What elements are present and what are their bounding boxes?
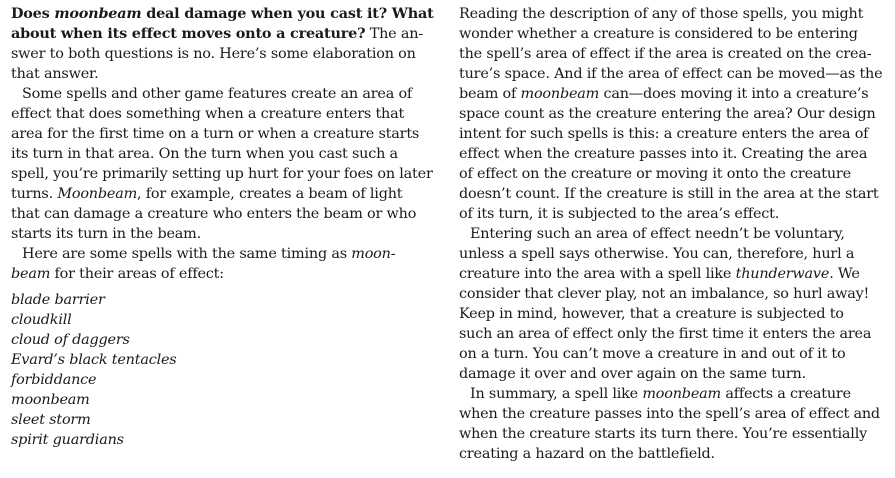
right-p3-line-4: creating a hazard on the battlefield.: [459, 446, 715, 462]
right-column: Reading the description of any of those …: [459, 4, 887, 464]
left-p2-line-2-rest: for their areas of effect:: [50, 266, 225, 282]
right-p2-thunderwave: thunderwave: [735, 266, 830, 282]
answer-line-2: swer to both questions is no. Here’s som…: [11, 46, 416, 62]
right-p2-line-3: creature into the area with a spell like…: [459, 264, 887, 284]
right-p1-line-10: doesn’t count. If the creature is still …: [459, 186, 879, 202]
right-p2-line-7: on a turn. You can’t move a creature in …: [459, 346, 846, 362]
right-p3-line-1: In summary, a spell like moonbeam affect…: [459, 384, 887, 404]
right-p1-line-7: intent for such spells is this: a creatu…: [459, 126, 869, 142]
left-paragraph-2: Here are some spells with the same timin…: [11, 244, 431, 284]
right-p1-line-3: the spell’s area of effect if the area i…: [459, 46, 872, 62]
right-paragraph-2: Entering such an area of effect needn’t …: [459, 224, 887, 384]
right-p1-line-5-a: beam of: [459, 86, 521, 102]
right-p3-line-1-b: affects a creature: [720, 386, 851, 402]
left-p2-beam: beam: [11, 266, 51, 282]
left-p1-line-6-start: turns.: [11, 186, 53, 202]
right-p1-line-11: of its turn, it is subjected to the area…: [459, 206, 780, 222]
question-part1: Does: [11, 5, 55, 22]
spell-list-item: forbiddance: [11, 372, 97, 388]
left-p2-line-1-a: Here are some spells with the same timin…: [22, 246, 352, 262]
question-line-1: Does moonbeam deal damage when you cast …: [11, 4, 434, 24]
right-p2-line-6: such an area of effect only the first ti…: [459, 326, 872, 342]
right-p1-line-5-b: can—does moving it into a creature’s: [599, 86, 869, 102]
answer-line-3: that answer.: [11, 66, 99, 82]
right-p1-line-4: ture’s space. And if the area of effect …: [459, 66, 883, 82]
right-p1-moonbeam: moonbeam: [520, 86, 600, 102]
right-p1-line-6: space count as the creature entering the…: [459, 106, 876, 122]
question-line2-text: about when its effect moves onto a creat…: [11, 25, 366, 42]
right-p1-line-9: of effect on the creature or moving it o…: [459, 166, 851, 182]
document-page: Does moonbeam deal damage when you cast …: [0, 0, 895, 478]
left-p1-line-6-rest: , for example, creates a beam of light: [137, 186, 403, 202]
right-p3-moonbeam: moonbeam: [642, 386, 721, 402]
question-part2: deal damage when you cast it? What: [141, 5, 434, 22]
left-p2-line-2: beam for their areas of effect:: [11, 264, 431, 284]
right-p2-line-2: unless a spell says otherwise. You can, …: [459, 246, 855, 262]
right-p2-line-4: consider that clever play, not an imbala…: [459, 286, 870, 302]
left-p1-line-2: effect that does something when a creatu…: [11, 106, 405, 122]
right-p3-line-3: when the creature starts its turn there.…: [459, 426, 868, 442]
spell-list-item: moonbeam: [11, 392, 90, 408]
left-p1-line-7: that can damage a creature who enters th…: [11, 206, 417, 222]
left-p2-line-1: Here are some spells with the same timin…: [11, 244, 431, 264]
spell-list-item: cloudkill: [11, 312, 72, 328]
spell-list-item: blade barrier: [11, 292, 105, 308]
left-p1-line-6: turns. Moonbeam, for example, creates a …: [11, 184, 431, 204]
left-p1-line-1: Some spells and other game features crea…: [22, 86, 413, 102]
left-column: Does moonbeam deal damage when you cast …: [11, 4, 434, 450]
question-line-2: about when its effect moves onto a creat…: [11, 24, 431, 44]
right-p3-line-1-a: In summary, a spell like: [470, 386, 643, 402]
left-p2-moon: moon-: [351, 246, 396, 262]
right-p1-line-2: wonder whether a creature is considered …: [459, 26, 858, 42]
left-paragraph-1: Some spells and other game features crea…: [11, 84, 433, 244]
right-paragraph-3: In summary, a spell like moonbeam affect…: [459, 384, 887, 464]
right-paragraph-1: Reading the description of any of those …: [459, 4, 887, 224]
spell-list-item: sleet storm: [11, 412, 91, 428]
right-p2-line-8: damage it over and over again on the sam…: [459, 366, 806, 382]
right-p2-line-5: Keep in mind, however, that a creature i…: [459, 306, 844, 322]
right-p2-line-1: Entering such an area of effect needn’t …: [470, 226, 845, 242]
left-p1-line-3: area for the first time on a turn or whe…: [11, 126, 420, 142]
right-p3-line-2: when the creature passes into the spell’…: [459, 406, 880, 422]
spell-list-item: cloud of daggers: [11, 332, 130, 348]
question-paragraph: Does moonbeam deal damage when you cast …: [11, 4, 434, 84]
right-p1-line-8: effect when the creature passes into it.…: [459, 146, 868, 162]
right-p1-line-5: beam of moonbeam can—does moving it into…: [459, 84, 887, 104]
spell-list-item: spirit guardians: [11, 432, 124, 448]
left-p1-line-4: its turn in that area. On the turn when …: [11, 146, 398, 162]
left-p1-line-8: starts its turn in the beam.: [11, 226, 202, 242]
right-p1-line-1: Reading the description of any of those …: [459, 6, 864, 22]
question-spell: moonbeam: [54, 5, 142, 22]
spell-list-item: Evard’s black tentacles: [11, 352, 177, 368]
right-p2-line-3-b: . We: [829, 266, 860, 282]
spell-list: blade barrier cloudkill cloud of daggers…: [11, 290, 431, 450]
answer-tail: The an-: [365, 26, 423, 42]
right-p2-line-3-a: creature into the area with a spell like: [459, 266, 736, 282]
left-p1-line-5: spell, you’re primarily setting up hurt …: [11, 166, 433, 182]
left-p1-moonbeam: Moonbeam: [57, 186, 138, 202]
